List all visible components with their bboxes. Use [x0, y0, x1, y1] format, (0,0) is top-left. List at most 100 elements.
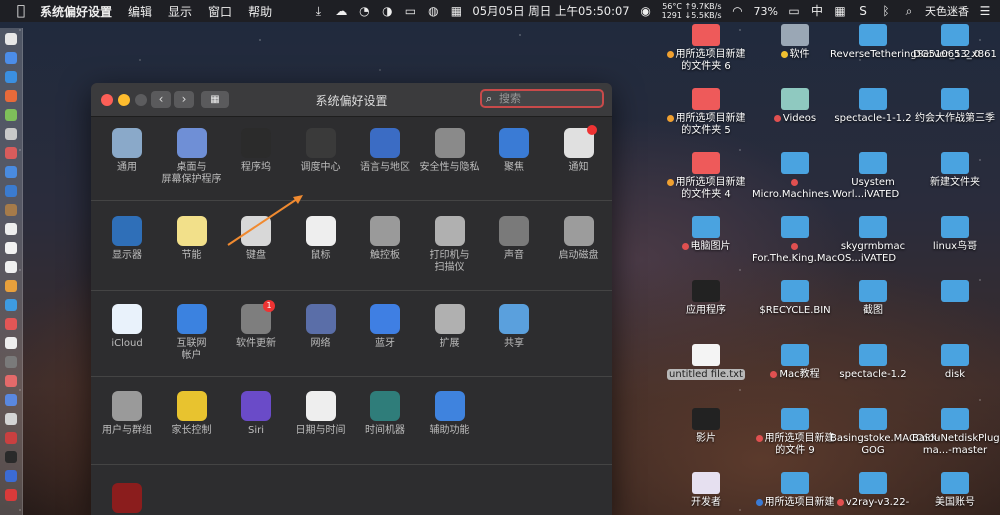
desktop-item[interactable] — [912, 280, 998, 305]
desktop-item[interactable]: skygrmbmac — [830, 216, 916, 253]
dock-app-icon[interactable] — [5, 166, 17, 178]
dock-app-icon[interactable] — [5, 299, 17, 311]
dock-app-icon[interactable] — [5, 90, 17, 102]
bluetooth-menu-icon[interactable]: ᛒ — [879, 4, 893, 18]
desktop-item[interactable]: 开发者 — [663, 472, 749, 509]
dock-app-icon[interactable] — [5, 337, 17, 349]
dock-terminal-icon[interactable] — [5, 451, 17, 463]
battery-percent[interactable]: 73% — [754, 5, 778, 18]
desktop-item-name: 应用程序 — [686, 305, 726, 316]
dock-app-icon[interactable] — [5, 242, 17, 254]
desktop-item[interactable]: ReverseTetheringServer_1.2.0 — [830, 24, 980, 61]
dock-app-icon[interactable] — [5, 204, 17, 216]
desktop-item[interactable]: Mac教程 — [752, 344, 838, 381]
menu-window[interactable]: 窗口 — [208, 3, 232, 20]
ghost-icon[interactable]: ☁ — [334, 4, 348, 18]
desktop-item[interactable]: 截图 — [830, 280, 916, 317]
desktop-item-name: untitled file.txt — [667, 369, 745, 380]
desktop-item[interactable]: untitled file.txt — [663, 344, 749, 381]
dock-safari-icon[interactable] — [5, 71, 17, 83]
desktop-item[interactable]: Micro.Machines.Worl...iVATED — [752, 152, 899, 201]
menu-view[interactable]: 显示 — [168, 3, 192, 20]
desktop-item-name: Micro.Machines.Worl...iVATED — [752, 189, 900, 200]
desktop-item[interactable]: linux鸟哥 — [912, 216, 998, 253]
desktop-item[interactable]: Basingstoke.MACOSX-GOG — [830, 408, 940, 457]
desktop-item[interactable]: DG510653_x861 — [912, 24, 998, 61]
desktop-item[interactable]: 新建文件夹 — [912, 152, 998, 189]
desktop-item-label: For.The.King.MacOS...iVATED — [752, 241, 896, 265]
system-monitor[interactable]: 56°C ↑9.7KB/s 1291 ↓5.5KB/s — [662, 2, 722, 20]
desktop-item[interactable]: 约会大作战第三季 — [912, 88, 998, 125]
calendar-icon[interactable]: ▦ — [449, 4, 463, 18]
desktop-item[interactable]: spectacle-1-1.2 — [830, 88, 916, 125]
desktop-item-label: DG510653_x861 — [912, 49, 998, 61]
speedometer-icon[interactable]: ◔ — [357, 4, 371, 18]
apple-menu-icon[interactable]:  — [10, 3, 32, 19]
desktop-item[interactable]: 影片 — [663, 408, 749, 445]
desktop-item[interactable]: v2ray-v3.22- — [830, 472, 916, 509]
clock[interactable]: 05月05日 周日 上午05:50:07 — [472, 3, 629, 19]
desktop-item[interactable]: 用所选项目新建的文件夹 4 — [663, 152, 749, 201]
folder-icon — [781, 408, 809, 430]
desktop-item-label: untitled file.txt — [663, 369, 749, 381]
app-menu[interactable]: 系统偏好设置 — [40, 3, 112, 20]
desktop-item[interactable]: Usystem — [830, 152, 916, 189]
desktop-item[interactable]: 用所选项目新建 — [752, 472, 838, 509]
dock-app-icon[interactable] — [5, 432, 17, 444]
dock-app-icon[interactable] — [5, 489, 17, 501]
dock-app-icon[interactable] — [5, 375, 17, 387]
dock-app-icon[interactable] — [5, 318, 17, 330]
tag-dot — [780, 51, 788, 58]
download-icon[interactable]: ⤓ — [311, 4, 325, 18]
dock-finder-icon[interactable] — [5, 33, 17, 45]
message-icon[interactable]: ▭ — [403, 4, 417, 18]
desktop-item[interactable]: For.The.King.MacOS...iVATED — [752, 216, 896, 265]
desktop-item[interactable]: 用所选项目新建的文件 9 — [752, 408, 838, 457]
desktop-item-label: $RECYCLE.BIN — [752, 305, 838, 317]
dock-app-icon[interactable] — [5, 280, 17, 292]
desktop-item[interactable]: spectacle-1.2 — [830, 344, 916, 381]
desktop-item[interactable]: Videos — [752, 88, 838, 125]
dock-launchpad-icon[interactable] — [5, 52, 17, 64]
folder-icon — [692, 408, 720, 430]
dock-app-icon[interactable] — [5, 356, 17, 368]
desktop-item[interactable]: 用所选项目新建的文件夹 6 — [663, 24, 749, 73]
desktop-item-name: DG510653_x861 — [913, 49, 997, 60]
dock-app-icon[interactable] — [5, 185, 17, 197]
menu-extra-icon[interactable]: ◉ — [639, 4, 653, 18]
dock-app-icon[interactable] — [5, 413, 17, 425]
dock-android-icon[interactable] — [5, 109, 17, 121]
desktop-item-label: 用所选项目新建的文件夹 6 — [663, 49, 749, 73]
desktop-item[interactable]: BaiduNetdiskPlugin-ma...-master — [912, 408, 1000, 457]
input-method-icon[interactable]: 中 — [810, 4, 824, 18]
desktop-item[interactable]: $RECYCLE.BIN — [752, 280, 838, 317]
s-app-icon[interactable]: S — [856, 4, 870, 18]
globe-icon[interactable]: ◍ — [426, 4, 440, 18]
dock-app-icon[interactable] — [5, 128, 17, 140]
desktop-item[interactable]: 应用程序 — [663, 280, 749, 317]
dock-app-icon[interactable] — [5, 147, 17, 159]
user-name[interactable]: 天色迷香 — [925, 3, 969, 19]
dock-app-icon[interactable] — [5, 470, 17, 482]
dock-app-icon[interactable] — [5, 394, 17, 406]
menu-edit[interactable]: 编辑 — [128, 3, 152, 20]
desktop-item[interactable]: 软件 — [752, 24, 838, 61]
grid-icon[interactable]: ▦ — [833, 4, 847, 18]
notification-center-icon[interactable]: ☰ — [978, 4, 992, 18]
desktop-item[interactable]: 电脑图片 — [663, 216, 749, 253]
folder-icon — [859, 280, 887, 302]
desktop-item[interactable]: 美国账号 — [912, 472, 998, 509]
dock-app-icon[interactable] — [5, 261, 17, 273]
folder-icon — [692, 216, 720, 238]
wifi-icon[interactable]: ◠ — [731, 4, 745, 18]
cloud-drive-icon[interactable]: ◑ — [380, 4, 394, 18]
tag-dot — [666, 115, 674, 122]
menu-help[interactable]: 帮助 — [248, 3, 272, 20]
folder-icon — [859, 88, 887, 110]
folder-icon — [941, 216, 969, 238]
spotlight-search-icon[interactable]: ⌕ — [902, 4, 916, 18]
folder-icon — [941, 88, 969, 110]
desktop-item[interactable]: 用所选项目新建的文件夹 5 — [663, 88, 749, 137]
desktop-item[interactable]: disk — [912, 344, 998, 381]
dock-app-icon[interactable] — [5, 223, 17, 235]
